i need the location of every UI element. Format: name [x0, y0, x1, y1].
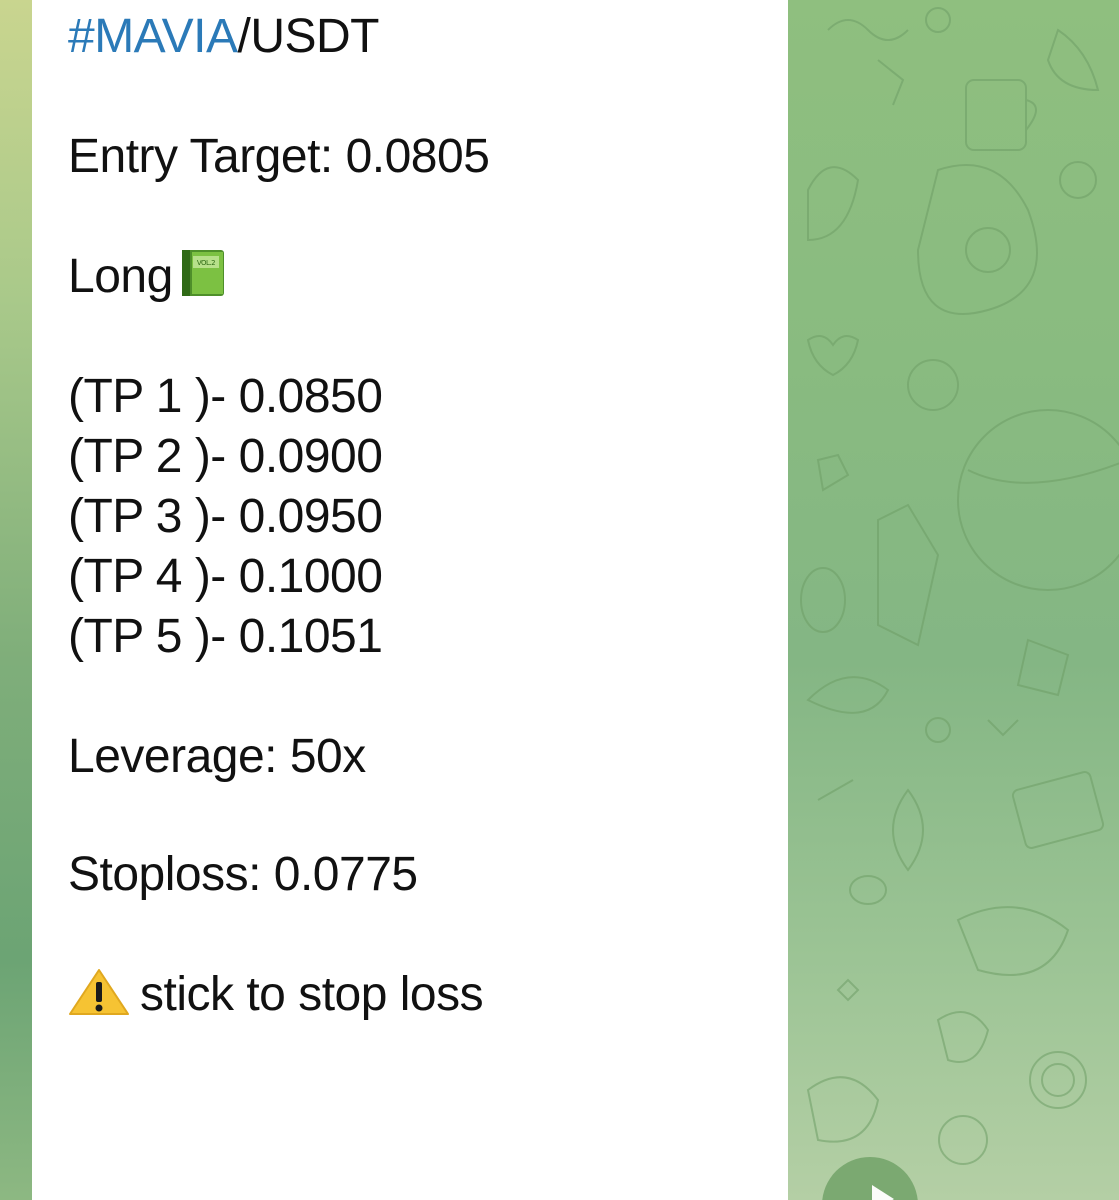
- wallpaper-doodles: [800, 7, 1119, 1165]
- direction-label: Long: [68, 250, 173, 303]
- pair-hashtag-link[interactable]: #MAVIA: [68, 10, 238, 63]
- direction-line: Long VOL.2: [68, 248, 225, 306]
- book-label: VOL.2: [197, 259, 215, 267]
- warning-icon: [69, 969, 129, 1015]
- warning-line: stick to stop loss: [68, 966, 484, 1024]
- take-profit-1: (TP 1 )- 0.0850: [68, 370, 383, 423]
- take-profit-4: (TP 4 )- 0.1000: [68, 550, 383, 603]
- take-profit-5: (TP 5 )- 0.1051: [68, 610, 383, 663]
- message-bubble: #MAVIA/USDT Entry Target: 0.0805 Long VOL…: [32, 0, 788, 1200]
- pair-suffix: /USDT: [237, 10, 380, 63]
- green-book-icon: VOL.2: [181, 250, 224, 296]
- warning-text: stick to stop loss: [140, 968, 484, 1021]
- wallpaper-left-strip: [0, 0, 32, 1200]
- stoploss: Stoploss: 0.0775: [68, 848, 418, 901]
- take-profit-2: (TP 2 )- 0.0900: [68, 430, 383, 483]
- entry-target: Entry Target: 0.0805: [68, 130, 490, 183]
- take-profit-3: (TP 3 )- 0.0950: [68, 490, 383, 543]
- pair-line: #MAVIA/USDT: [68, 8, 379, 66]
- share-arrow-icon: [872, 1185, 894, 1200]
- leverage: Leverage: 50x: [68, 730, 366, 783]
